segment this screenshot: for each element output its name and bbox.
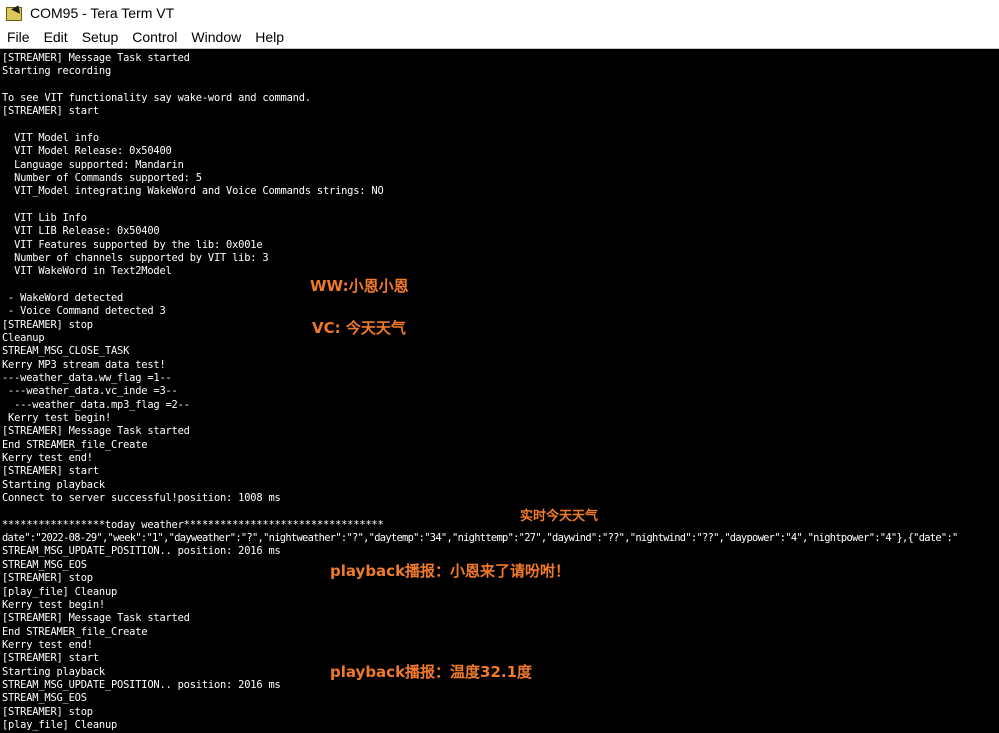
terminal-line: VIT Lib Info <box>2 212 87 224</box>
menu-control[interactable]: Control <box>125 26 184 48</box>
terminal-line: [STREAMER] Message Task started <box>2 612 190 624</box>
terminal-line: date":"2022-08-29","week":"1","dayweathe… <box>2 532 958 544</box>
terminal-line: STREAM_MSG_UPDATE_POSITION.. position: 2… <box>2 545 281 557</box>
window-title: COM95 - Tera Term VT <box>30 5 175 21</box>
terminal-line: Kerry test begin! <box>2 599 105 611</box>
terminal-line: [STREAMER] Message Task started <box>2 425 190 437</box>
terminal-line: - Voice Command detected 3 <box>2 305 166 317</box>
terminal-line: VIT_Model integrating WakeWord and Voice… <box>2 185 384 197</box>
annotation-wakeword: WW:小恩小恩 <box>310 277 409 295</box>
tera-term-window: COM95 - Tera Term VT File Edit Setup Con… <box>0 0 999 733</box>
terminal-line: VIT Model info <box>2 132 99 144</box>
terminal-line: To see VIT functionality say wake-word a… <box>2 92 311 104</box>
terminal-line: VIT Features supported by the lib: 0x001… <box>2 239 263 251</box>
teraterm-icon <box>6 3 24 21</box>
terminal-line: STREAM_MSG_EOS <box>2 559 87 571</box>
terminal-line: VIT LIB Release: 0x50400 <box>2 225 160 237</box>
terminal-line: Cleanup <box>2 332 45 344</box>
annotation-realtime-weather: 实时今天天气 <box>520 509 599 524</box>
terminal-line: Language supported: Mandarin <box>2 159 184 171</box>
menu-edit[interactable]: Edit <box>37 26 75 48</box>
terminal-line: STREAM_MSG_EOS <box>2 692 87 704</box>
annotation-voice-command: VC: 今天天气 <box>312 319 406 337</box>
terminal-line: [STREAMER] start <box>2 652 99 664</box>
terminal-line: [play_file] Cleanup <box>2 586 118 598</box>
terminal-line: [STREAMER] start <box>2 105 99 117</box>
terminal-line: [STREAMER] stop <box>2 706 93 718</box>
menu-window[interactable]: Window <box>184 26 248 48</box>
terminal-line: STREAM_MSG_CLOSE_TASK <box>2 345 130 357</box>
annotation-playback-temperature: playback播报：温度32.1度 <box>330 663 533 681</box>
menu-setup[interactable]: Setup <box>75 26 126 48</box>
terminal-line: - WakeWord detected <box>2 292 124 304</box>
terminal-line: ---weather_data.ww_flag =1-- <box>2 372 172 384</box>
terminal-line: Kerry test end! <box>2 639 93 651</box>
terminal-line: [STREAMER] stop <box>2 572 93 584</box>
title-bar[interactable]: COM95 - Tera Term VT <box>0 0 999 26</box>
terminal-line: VIT Model Release: 0x50400 <box>2 145 172 157</box>
terminal-line: Connect to server successful!position: 1… <box>2 492 281 504</box>
terminal-line: [STREAMER] Message Task started <box>2 52 190 64</box>
terminal-line: VIT WakeWord in Text2Model <box>2 265 172 277</box>
terminal-line: ---weather_data.mp3_flag =2-- <box>2 399 190 411</box>
terminal-output[interactable]: [STREAMER] Message Task started Starting… <box>0 49 999 733</box>
terminal-line: Number of channels supported by VIT lib:… <box>2 252 269 264</box>
terminal-line: Starting recording <box>2 65 112 77</box>
terminal-line: ---weather_data.vc_inde =3-- <box>2 385 178 397</box>
terminal-line: End STREAMER_file_Create <box>2 626 148 638</box>
terminal-line: End STREAMER_file_Create <box>2 439 148 451</box>
annotation-playback-greeting: playback播报：小恩来了请吩咐！ <box>330 562 571 580</box>
menu-bar: File Edit Setup Control Window Help <box>0 26 999 49</box>
menu-file[interactable]: File <box>0 26 37 48</box>
terminal-line: [STREAMER] stop <box>2 319 93 331</box>
terminal-line: Kerry test end! <box>2 452 93 464</box>
terminal-line: Number of Commands supported: 5 <box>2 172 202 184</box>
terminal-line: Kerry MP3 stream data test! <box>2 359 166 371</box>
terminal-line: Starting playback <box>2 479 105 491</box>
terminal-line: [STREAMER] start <box>2 465 99 477</box>
terminal-line: STREAM_MSG_UPDATE_POSITION.. position: 2… <box>2 679 281 691</box>
terminal-line: [play_file] Cleanup <box>2 719 118 731</box>
menu-help[interactable]: Help <box>248 26 291 48</box>
terminal-line: Kerry test begin! <box>2 412 112 424</box>
terminal-line: *****************today weather**********… <box>2 519 384 531</box>
terminal-line: Starting playback <box>2 666 105 678</box>
